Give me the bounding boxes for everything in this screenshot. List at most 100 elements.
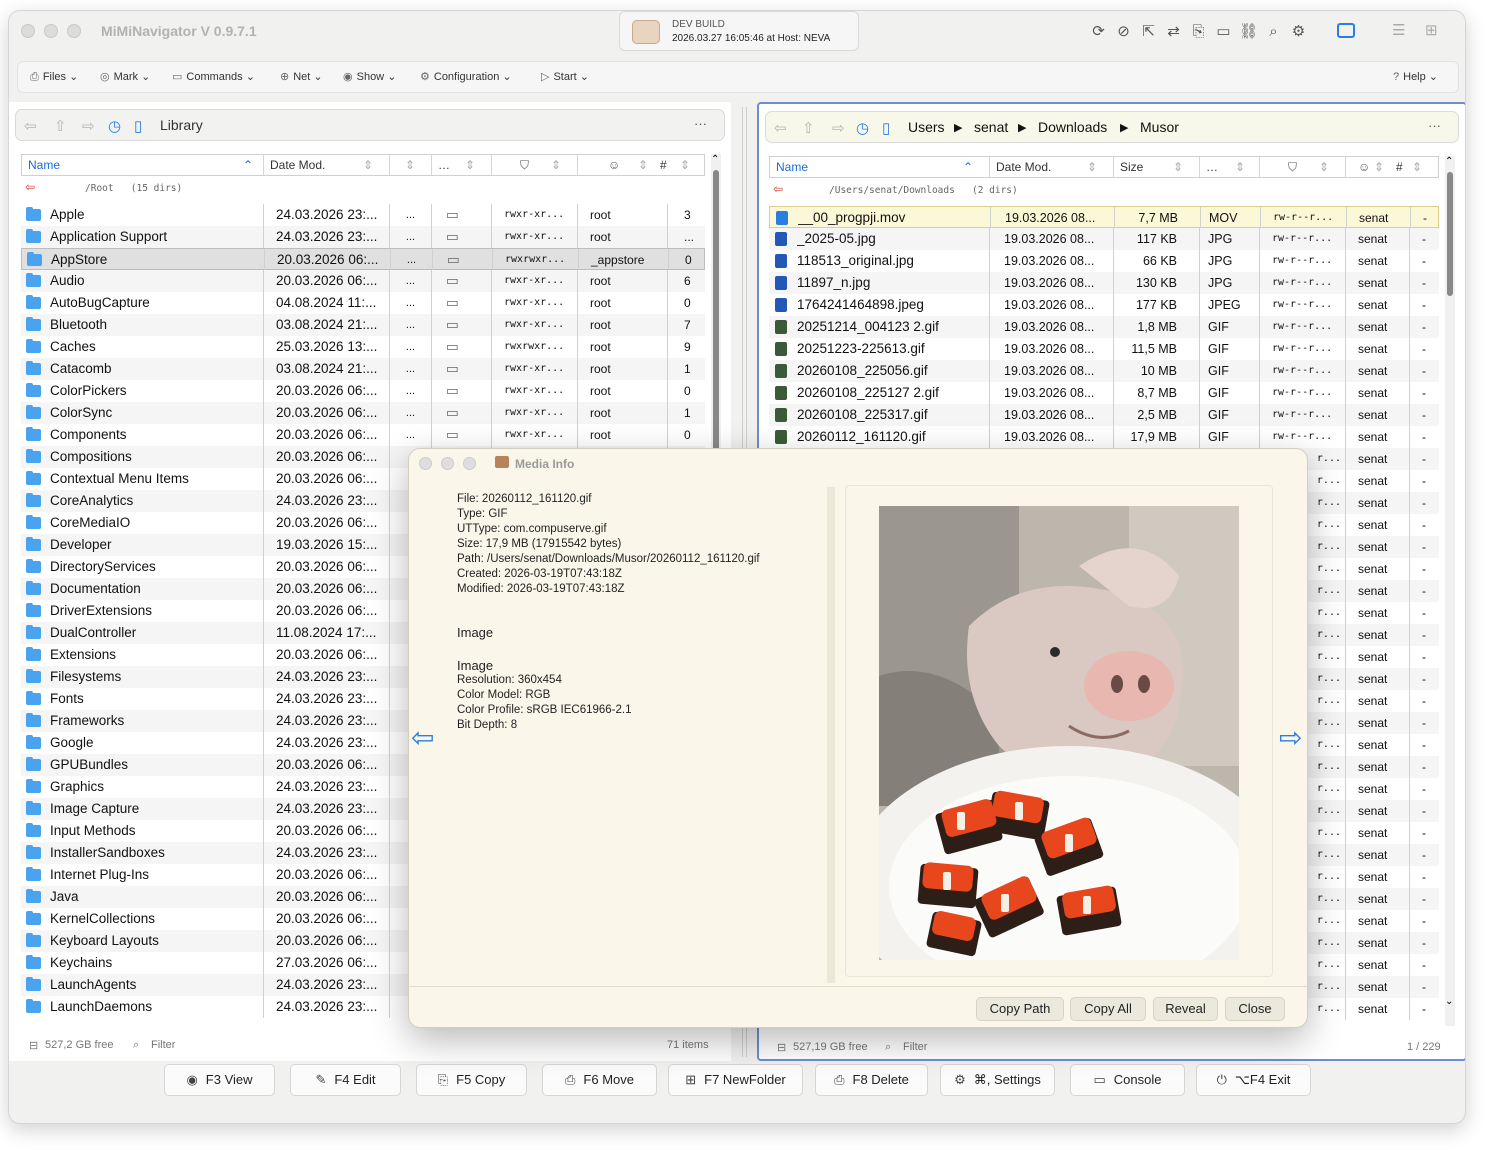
header-size[interactable]: ⇕ bbox=[390, 155, 432, 175]
console-button[interactable]: ▭ Console bbox=[1070, 1064, 1185, 1096]
dialog-minimize-dot[interactable] bbox=[441, 457, 454, 470]
link-icon[interactable]: ⛓ bbox=[1239, 22, 1258, 41]
header-name[interactable]: Name ⌃ bbox=[770, 157, 990, 177]
left-scroll-thumb[interactable] bbox=[713, 170, 719, 470]
header-owner[interactable]: ☺ ⇕ # ⇕ bbox=[1346, 157, 1440, 177]
search-icon[interactable]: ⌕ bbox=[1264, 22, 1283, 41]
right-more-button[interactable]: ··· bbox=[1428, 118, 1441, 133]
sidebar-icon[interactable]: ▯ bbox=[882, 119, 890, 137]
table-row[interactable]: 20260108_225056.gif 19.03.2026 08... 10 MB… bbox=[769, 360, 1439, 382]
breadcrumb-downloads[interactable]: Downloads bbox=[1038, 119, 1107, 135]
table-row[interactable]: Bluetooth 03.08.2024 21:...... ▭ rwxr-xr...… bbox=[21, 314, 705, 336]
forward-icon[interactable]: ⇨ bbox=[832, 119, 845, 137]
single-tab-icon[interactable] bbox=[1337, 23, 1355, 38]
header-kind[interactable]: … ⇕ bbox=[432, 155, 492, 175]
f8-delete-button[interactable]: ⎙ F8 Delete bbox=[815, 1064, 928, 1096]
menu-show[interactable]: ◉ Show ⌄ bbox=[343, 70, 396, 83]
header-permissions[interactable]: ⛉ ⇕ bbox=[1260, 157, 1346, 177]
f4-edit-button[interactable]: ✎ F4 Edit bbox=[290, 1064, 401, 1096]
next-arrow-icon[interactable]: ⇨ bbox=[1279, 721, 1302, 754]
refresh-icon[interactable]: ⟳ bbox=[1089, 22, 1108, 41]
table-row[interactable]: 20260108_225127 2.gif 19.03.2026 08... 8,7… bbox=[769, 382, 1439, 404]
back-icon[interactable]: ⇦ bbox=[24, 117, 37, 135]
copy-path-button[interactable]: Copy Path bbox=[976, 997, 1064, 1021]
close-button[interactable]: Close bbox=[1225, 997, 1285, 1021]
table-row[interactable]: 11897_n.jpg 19.03.2026 08... 130 KB JPG rw-r… bbox=[769, 272, 1439, 294]
header-size[interactable]: Size ⇕ bbox=[1114, 157, 1200, 177]
zoom-window-button[interactable] bbox=[67, 24, 81, 38]
network-icon[interactable]: ▭ bbox=[1214, 22, 1233, 41]
swap-panels-icon[interactable]: ⇄ bbox=[1164, 22, 1183, 41]
menu-mark[interactable]: ◎ Mark ⌄ bbox=[100, 70, 150, 83]
right-scroll-thumb[interactable] bbox=[1447, 172, 1453, 296]
table-row[interactable]: 20251214_004123 2.gif 19.03.2026 08... 1,8… bbox=[769, 316, 1439, 338]
table-row[interactable]: Catacomb 03.08.2024 21:...... ▭ rwxr-xr... r… bbox=[21, 358, 705, 380]
table-row[interactable]: ColorPickers 20.03.2026 06:...... ▭ rwxr-xr… bbox=[21, 380, 705, 402]
dialog-close-dot[interactable] bbox=[419, 457, 432, 470]
table-row[interactable]: 20260112_161120.gif 19.03.2026 08... 17,9 … bbox=[769, 426, 1439, 448]
open-with-icon[interactable]: ⇱ bbox=[1139, 22, 1158, 41]
settings-button[interactable]: ⚙ ⌘, Settings bbox=[940, 1064, 1055, 1096]
menu-net[interactable]: ⊕ Net ⌄ bbox=[280, 70, 323, 83]
header-name[interactable]: Name ⌃ bbox=[22, 155, 264, 175]
dialog-zoom-dot[interactable] bbox=[463, 457, 476, 470]
table-row[interactable]: Application Support 24.03.2026 23:...... ▭… bbox=[21, 226, 705, 248]
menu-start[interactable]: ▷ Start ⌄ bbox=[541, 70, 589, 83]
back-icon[interactable]: ⇦ bbox=[774, 119, 787, 137]
right-filter-field[interactable]: Filter bbox=[903, 1041, 927, 1053]
exit-button[interactable]: ⏻ ⌥F4 Exit bbox=[1196, 1064, 1311, 1096]
breadcrumb-users[interactable]: Users bbox=[908, 119, 945, 135]
table-row[interactable]: ColorSync 20.03.2026 06:...... ▭ rwxr-xr...… bbox=[21, 402, 705, 424]
up-icon[interactable]: ⇧ bbox=[54, 117, 67, 135]
sidebar-icon[interactable]: ▯ bbox=[134, 117, 142, 135]
previous-arrow-icon[interactable]: ⇦ bbox=[411, 721, 434, 754]
compare-icon[interactable]: ⎘ bbox=[1189, 22, 1208, 41]
f6-move-button[interactable]: ⎙ F6 Move bbox=[542, 1064, 657, 1096]
copy-all-button[interactable]: Copy All bbox=[1070, 997, 1146, 1021]
table-row[interactable]: 1764241464898.jpeg 19.03.2026 08... 177 KB… bbox=[769, 294, 1439, 316]
menu-help[interactable]: ? Help ⌄ bbox=[1393, 70, 1438, 83]
filter-icon[interactable]: ⌕ bbox=[133, 1039, 139, 1052]
history-icon[interactable]: ◷ bbox=[856, 119, 869, 137]
left-subpath[interactable]: ⇦ /Root (15 dirs) bbox=[21, 178, 705, 200]
table-row[interactable]: 20251223-225613.gif 19.03.2026 08... 11,5 … bbox=[769, 338, 1439, 360]
list-view-icon[interactable]: ☰ bbox=[1392, 23, 1412, 39]
table-row[interactable]: _2025-05.jpg 19.03.2026 08... 117 KB JPG rw-… bbox=[769, 228, 1439, 250]
table-row[interactable]: Apple 24.03.2026 23:...... ▭ rwxr-xr... root… bbox=[21, 204, 705, 226]
scroll-top-icon[interactable]: ⌃ bbox=[711, 154, 719, 165]
left-filter-field[interactable]: Filter bbox=[151, 1039, 175, 1051]
left-more-button[interactable]: ··· bbox=[694, 116, 707, 131]
table-row[interactable]: Components 20.03.2026 06:...... ▭ rwxr-xr..… bbox=[21, 424, 705, 446]
up-icon[interactable]: ⇧ bbox=[802, 119, 815, 137]
scroll-top-icon[interactable]: ⌃ bbox=[1445, 156, 1453, 167]
header-date[interactable]: Date Mod. ⇕ bbox=[990, 157, 1114, 177]
header-date[interactable]: Date Mod. ⇕ bbox=[264, 155, 390, 175]
table-row[interactable]: 118513_original.jpg 19.03.2026 08... 66 KB… bbox=[769, 250, 1439, 272]
left-path-library[interactable]: Library bbox=[160, 117, 203, 133]
table-row[interactable]: Audio 20.03.2026 06:...... ▭ rwxr-xr... root… bbox=[21, 270, 705, 292]
f7-newfolder-button[interactable]: ⊞ F7 NewFolder bbox=[668, 1064, 803, 1096]
menu-files[interactable]: ⎙ Files ⌄ bbox=[30, 70, 78, 84]
scroll-bottom-icon[interactable]: ⌄ bbox=[1445, 996, 1453, 1007]
menu-commands[interactable]: ▭ Commands ⌄ bbox=[172, 70, 255, 83]
gear-icon[interactable]: ⚙ bbox=[1289, 22, 1308, 41]
table-row[interactable]: 20260108_225317.gif 19.03.2026 08... 2,5 M… bbox=[769, 404, 1439, 426]
right-scrollbar[interactable]: ⌃ ⌄ bbox=[1445, 156, 1455, 1026]
header-kind[interactable]: … ⇕ bbox=[1200, 157, 1260, 177]
header-permissions[interactable]: ⛉ ⇕ bbox=[492, 155, 578, 175]
close-window-button[interactable] bbox=[21, 24, 35, 38]
table-row[interactable]: Caches 25.03.2026 13:...... ▭ rwxrwxr... roo… bbox=[21, 336, 705, 358]
filter-icon[interactable]: ⌕ bbox=[885, 1041, 891, 1054]
history-icon[interactable]: ◷ bbox=[108, 117, 121, 135]
f3-view-button[interactable]: ◉ F3 View bbox=[164, 1064, 275, 1096]
table-row[interactable]: __00_progpji.mov 19.03.2026 08... 7,7 MB MO… bbox=[769, 206, 1439, 229]
right-subpath[interactable]: ⇦ /Users/senat/Downloads (2 dirs) bbox=[769, 180, 1439, 202]
dialog-splitter[interactable] bbox=[827, 487, 835, 983]
header-owner[interactable]: ☺ ⇕ # ⇕ bbox=[578, 155, 706, 175]
forward-icon[interactable]: ⇨ bbox=[82, 117, 95, 135]
breadcrumb-senat[interactable]: senat bbox=[974, 119, 1008, 135]
breadcrumb-musor[interactable]: Musor bbox=[1140, 119, 1179, 135]
reveal-button[interactable]: Reveal bbox=[1153, 997, 1218, 1021]
f5-copy-button[interactable]: ⎘ F5 Copy bbox=[416, 1064, 527, 1096]
menu-configuration[interactable]: ⚙ Configuration ⌄ bbox=[420, 70, 512, 83]
